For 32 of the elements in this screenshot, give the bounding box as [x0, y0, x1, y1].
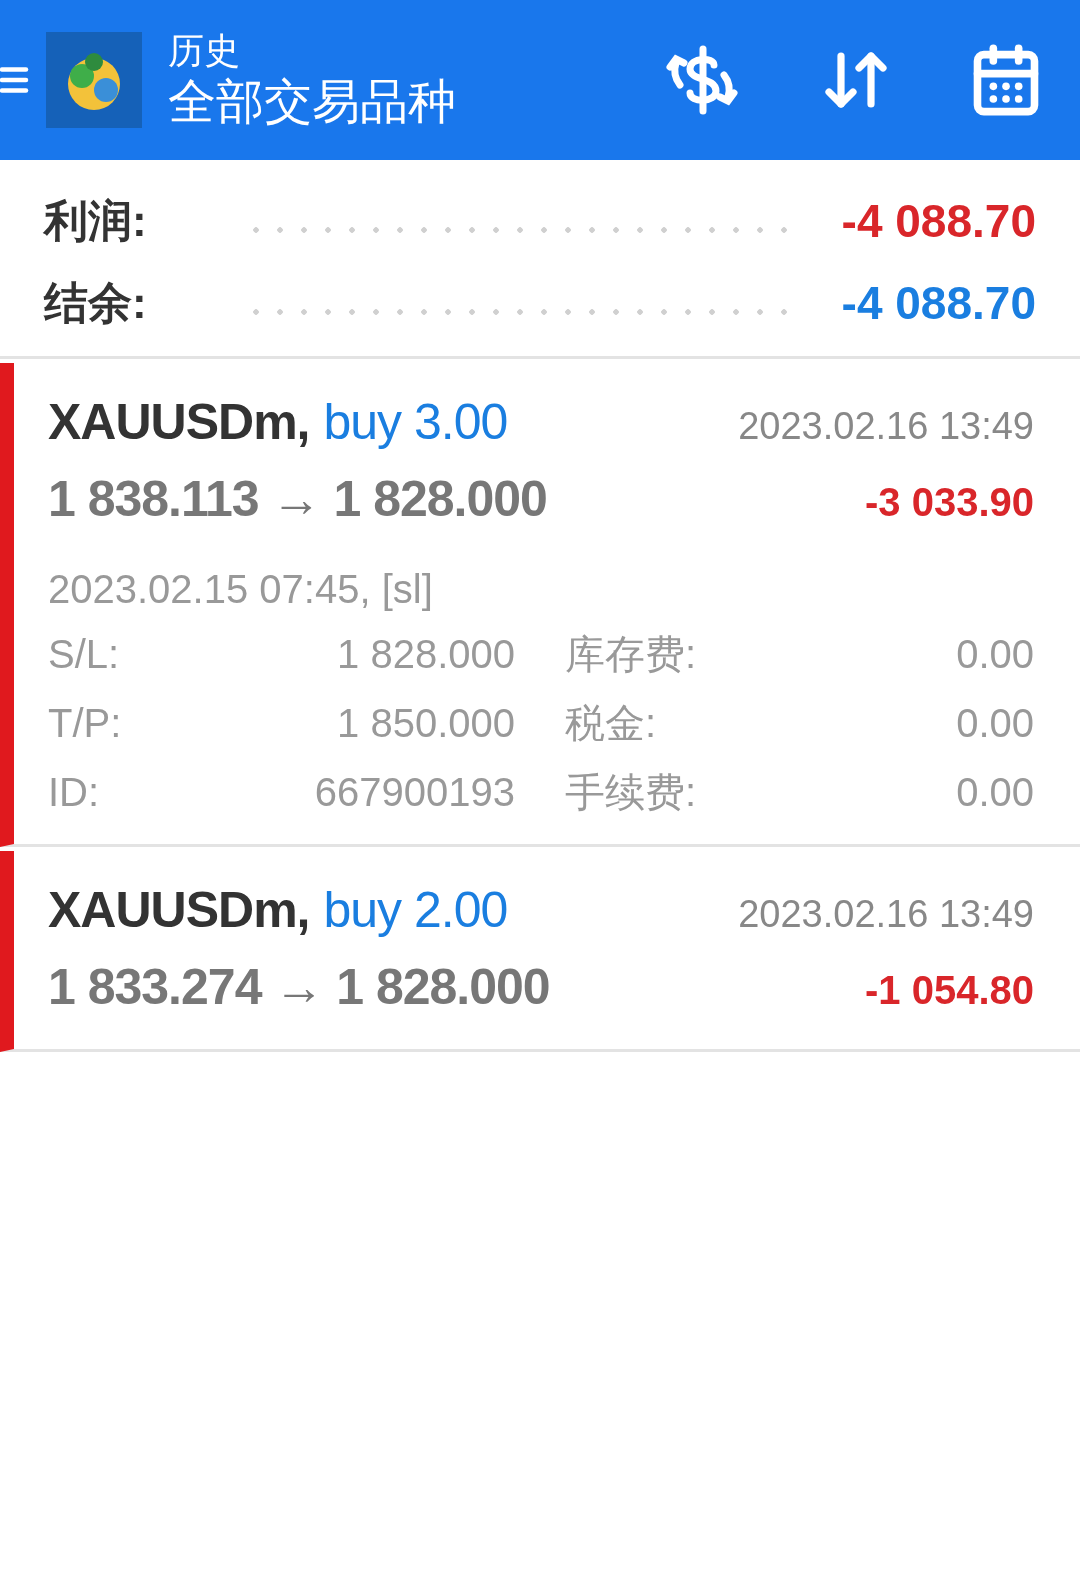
detail-label: T/P: [48, 699, 123, 747]
deal-card[interactable]: XAUUSDm, buy 3.00 2023.02.16 13:49 1 838.113 → 1 828.000 -3 033.90 2023.02.15 07:45, [sl] S/L: 1 828.000 库存费: 0.00 T/P: 1 850.000 税金: 0.00 ID: 667900193 手续费: 0.00 [0, 363, 1080, 847]
detail-value: 0.00 [955, 630, 1034, 678]
detail-label: ID: [48, 768, 101, 816]
summary-value: -4 088.70 [841, 275, 1036, 331]
detail-value: 1 850.000 [336, 699, 515, 747]
detail-label: 税金: [565, 699, 658, 747]
close-time: 2023.02.16 13:49 [738, 892, 1034, 937]
open-time: 2023.02.15 07:45, [sl] [48, 566, 434, 613]
detail-label: 手续费: [565, 768, 698, 816]
deal-symbol: XAUUSDm, [48, 393, 310, 452]
deal-card[interactable]: XAUUSDm, buy 2.00 2023.02.16 13:49 1 833.274 → 1 828.000 -1 054.80 [0, 851, 1080, 1052]
detail-value: 667900193 [313, 768, 515, 816]
close-time: 2023.02.16 13:49 [738, 404, 1034, 449]
summary-value: -4 088.70 [841, 193, 1036, 249]
deal-profit: -3 033.90 [864, 479, 1034, 526]
detail-value: 0.00 [955, 699, 1034, 747]
deal-side: buy 2.00 [323, 881, 508, 940]
header-subtitle: 历史 [168, 29, 241, 73]
deal-prices: 1 833.274 → 1 828.000 [48, 958, 550, 1017]
deal-side: buy 3.00 [323, 393, 508, 452]
deal-symbol: XAUUSDm, [48, 881, 310, 940]
detail-label: 库存费: [565, 630, 698, 678]
deal-prices: 1 838.113 → 1 828.000 [48, 470, 547, 529]
detail-label: S/L: [48, 630, 121, 678]
summary-label: 利润: [44, 195, 148, 247]
header-title: 全部交易品种 [168, 74, 456, 130]
detail-value: 0.00 [955, 768, 1034, 816]
detail-value: 1 828.000 [336, 630, 515, 678]
app-logo-icon[interactable] [46, 32, 142, 128]
deal-profit: -1 054.80 [864, 967, 1034, 1014]
summary-label: 结余: [44, 277, 148, 329]
